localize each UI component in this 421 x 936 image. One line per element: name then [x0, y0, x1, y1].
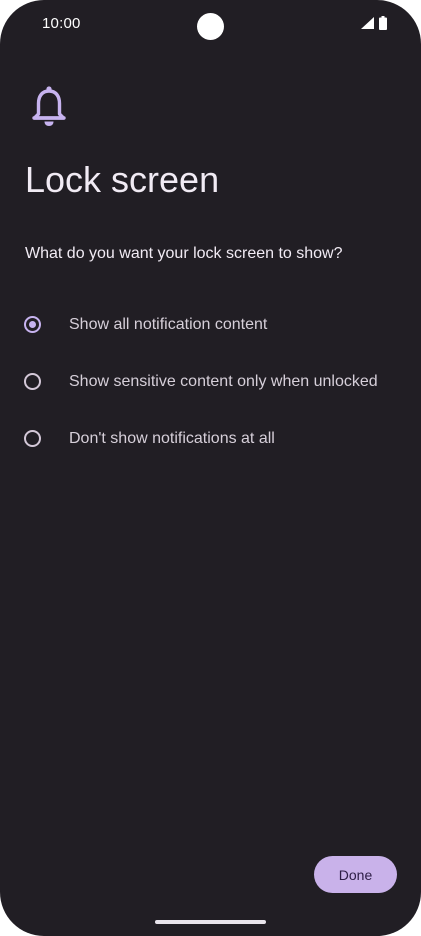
- signal-icon: [361, 17, 374, 29]
- done-button[interactable]: Done: [314, 856, 397, 893]
- status-time: 10:00: [42, 15, 81, 32]
- radio-button[interactable]: [24, 430, 41, 447]
- page-title: Lock screen: [25, 159, 220, 200]
- option-show-all[interactable]: Show all notification content: [0, 296, 421, 353]
- radio-group: Show all notification content Show sensi…: [0, 296, 421, 467]
- status-bar: 10:00: [0, 0, 421, 48]
- status-icons: [361, 16, 387, 30]
- phone-screen: 10:00 Lock screen What do you want your …: [0, 0, 421, 936]
- option-dont-show[interactable]: Don't show notifications at all: [0, 410, 421, 467]
- option-sensitive-when-unlocked[interactable]: Show sensitive content only when unlocke…: [0, 353, 421, 410]
- radio-button-selected[interactable]: [24, 316, 41, 333]
- home-indicator[interactable]: [155, 920, 266, 924]
- option-label: Show all notification content: [69, 315, 268, 333]
- question-text: What do you want your lock screen to sho…: [25, 245, 343, 262]
- option-label: Show sensitive content only when unlocke…: [69, 372, 378, 390]
- battery-icon: [379, 16, 387, 30]
- radio-button[interactable]: [24, 373, 41, 390]
- option-label: Don't show notifications at all: [69, 429, 275, 447]
- camera-cutout: [197, 13, 224, 40]
- bell-icon: [32, 86, 66, 126]
